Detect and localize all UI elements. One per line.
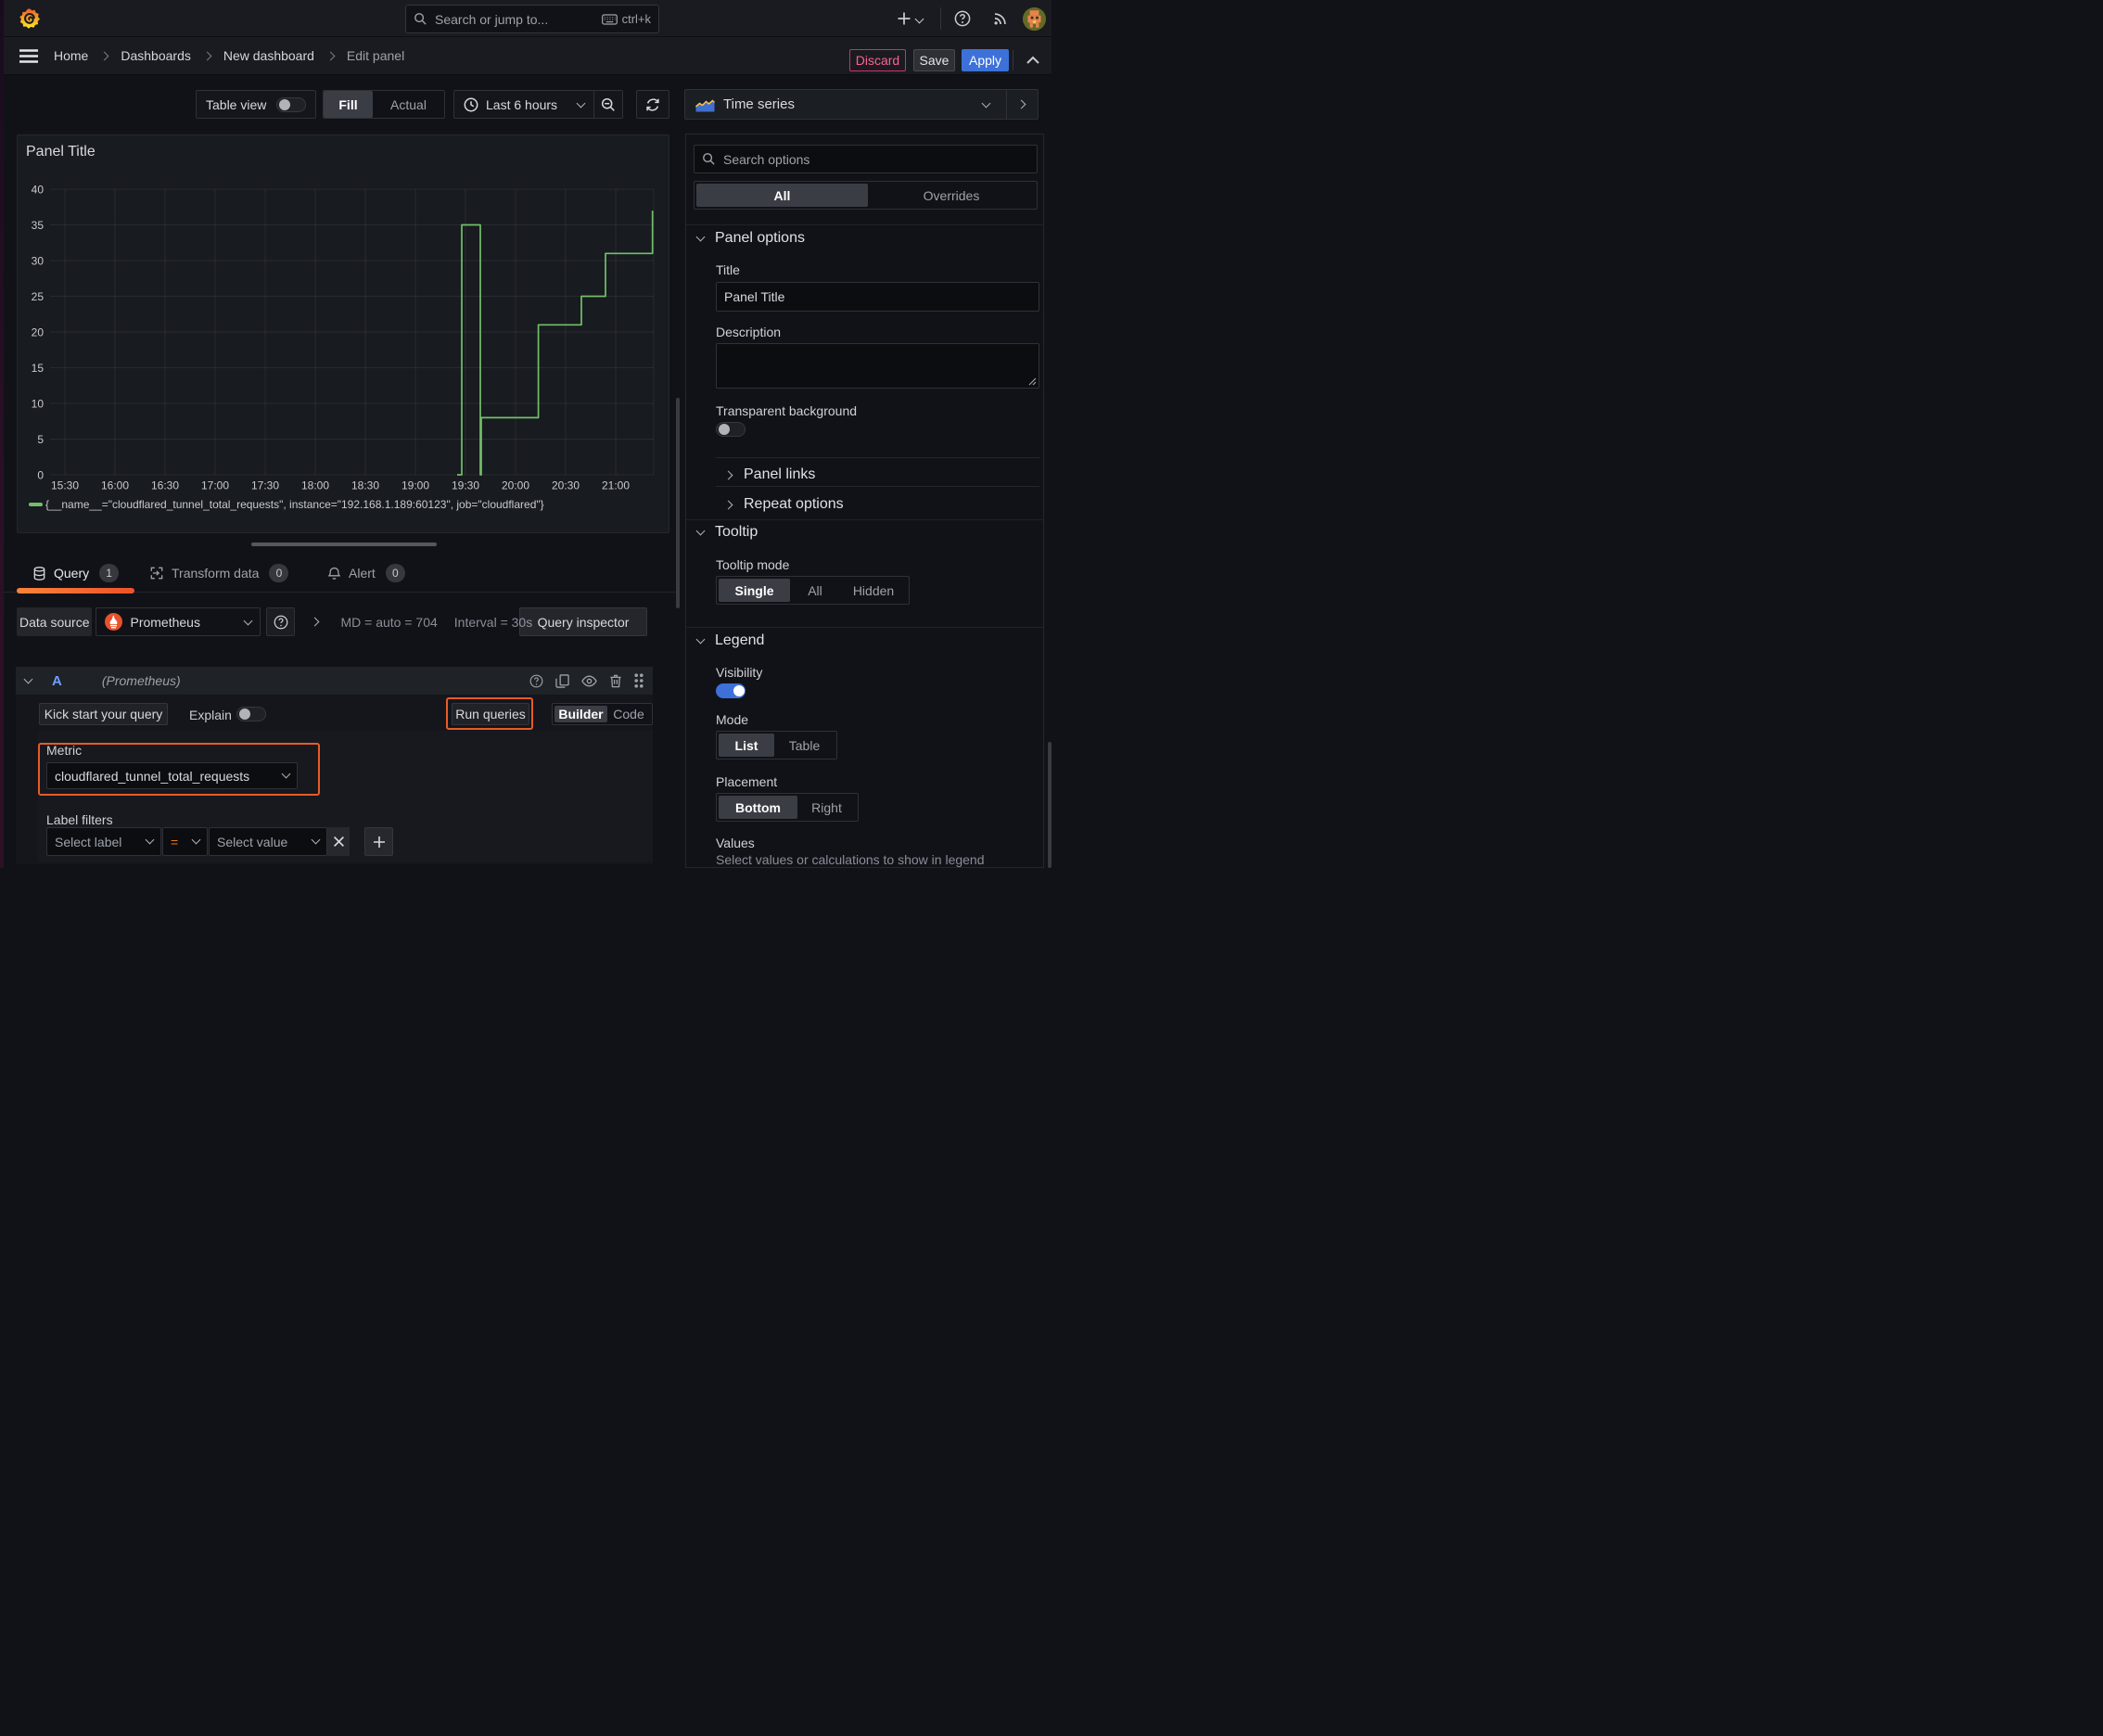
svg-text:20: 20 <box>32 326 45 339</box>
svg-text:17:30: 17:30 <box>251 479 279 492</box>
svg-text:18:30: 18:30 <box>351 479 379 492</box>
svg-text:19:00: 19:00 <box>401 479 429 492</box>
svg-text:5: 5 <box>37 433 44 446</box>
svg-text:0: 0 <box>37 469 44 482</box>
svg-text:15: 15 <box>32 362 45 375</box>
svg-text:30: 30 <box>32 255 45 268</box>
svg-text:21:00: 21:00 <box>602 479 630 492</box>
svg-text:{__name__="cloudflared_tunnel_: {__name__="cloudflared_tunnel_total_requ… <box>45 498 544 511</box>
svg-text:16:30: 16:30 <box>151 479 179 492</box>
svg-text:16:00: 16:00 <box>101 479 129 492</box>
svg-text:10: 10 <box>32 398 45 411</box>
svg-text:25: 25 <box>32 290 45 303</box>
svg-text:15:30: 15:30 <box>51 479 79 492</box>
svg-text:35: 35 <box>32 219 45 232</box>
svg-text:18:00: 18:00 <box>301 479 329 492</box>
svg-text:20:00: 20:00 <box>502 479 529 492</box>
svg-text:40: 40 <box>32 184 45 197</box>
svg-text:17:00: 17:00 <box>201 479 229 492</box>
svg-text:19:30: 19:30 <box>452 479 479 492</box>
svg-text:20:30: 20:30 <box>552 479 580 492</box>
